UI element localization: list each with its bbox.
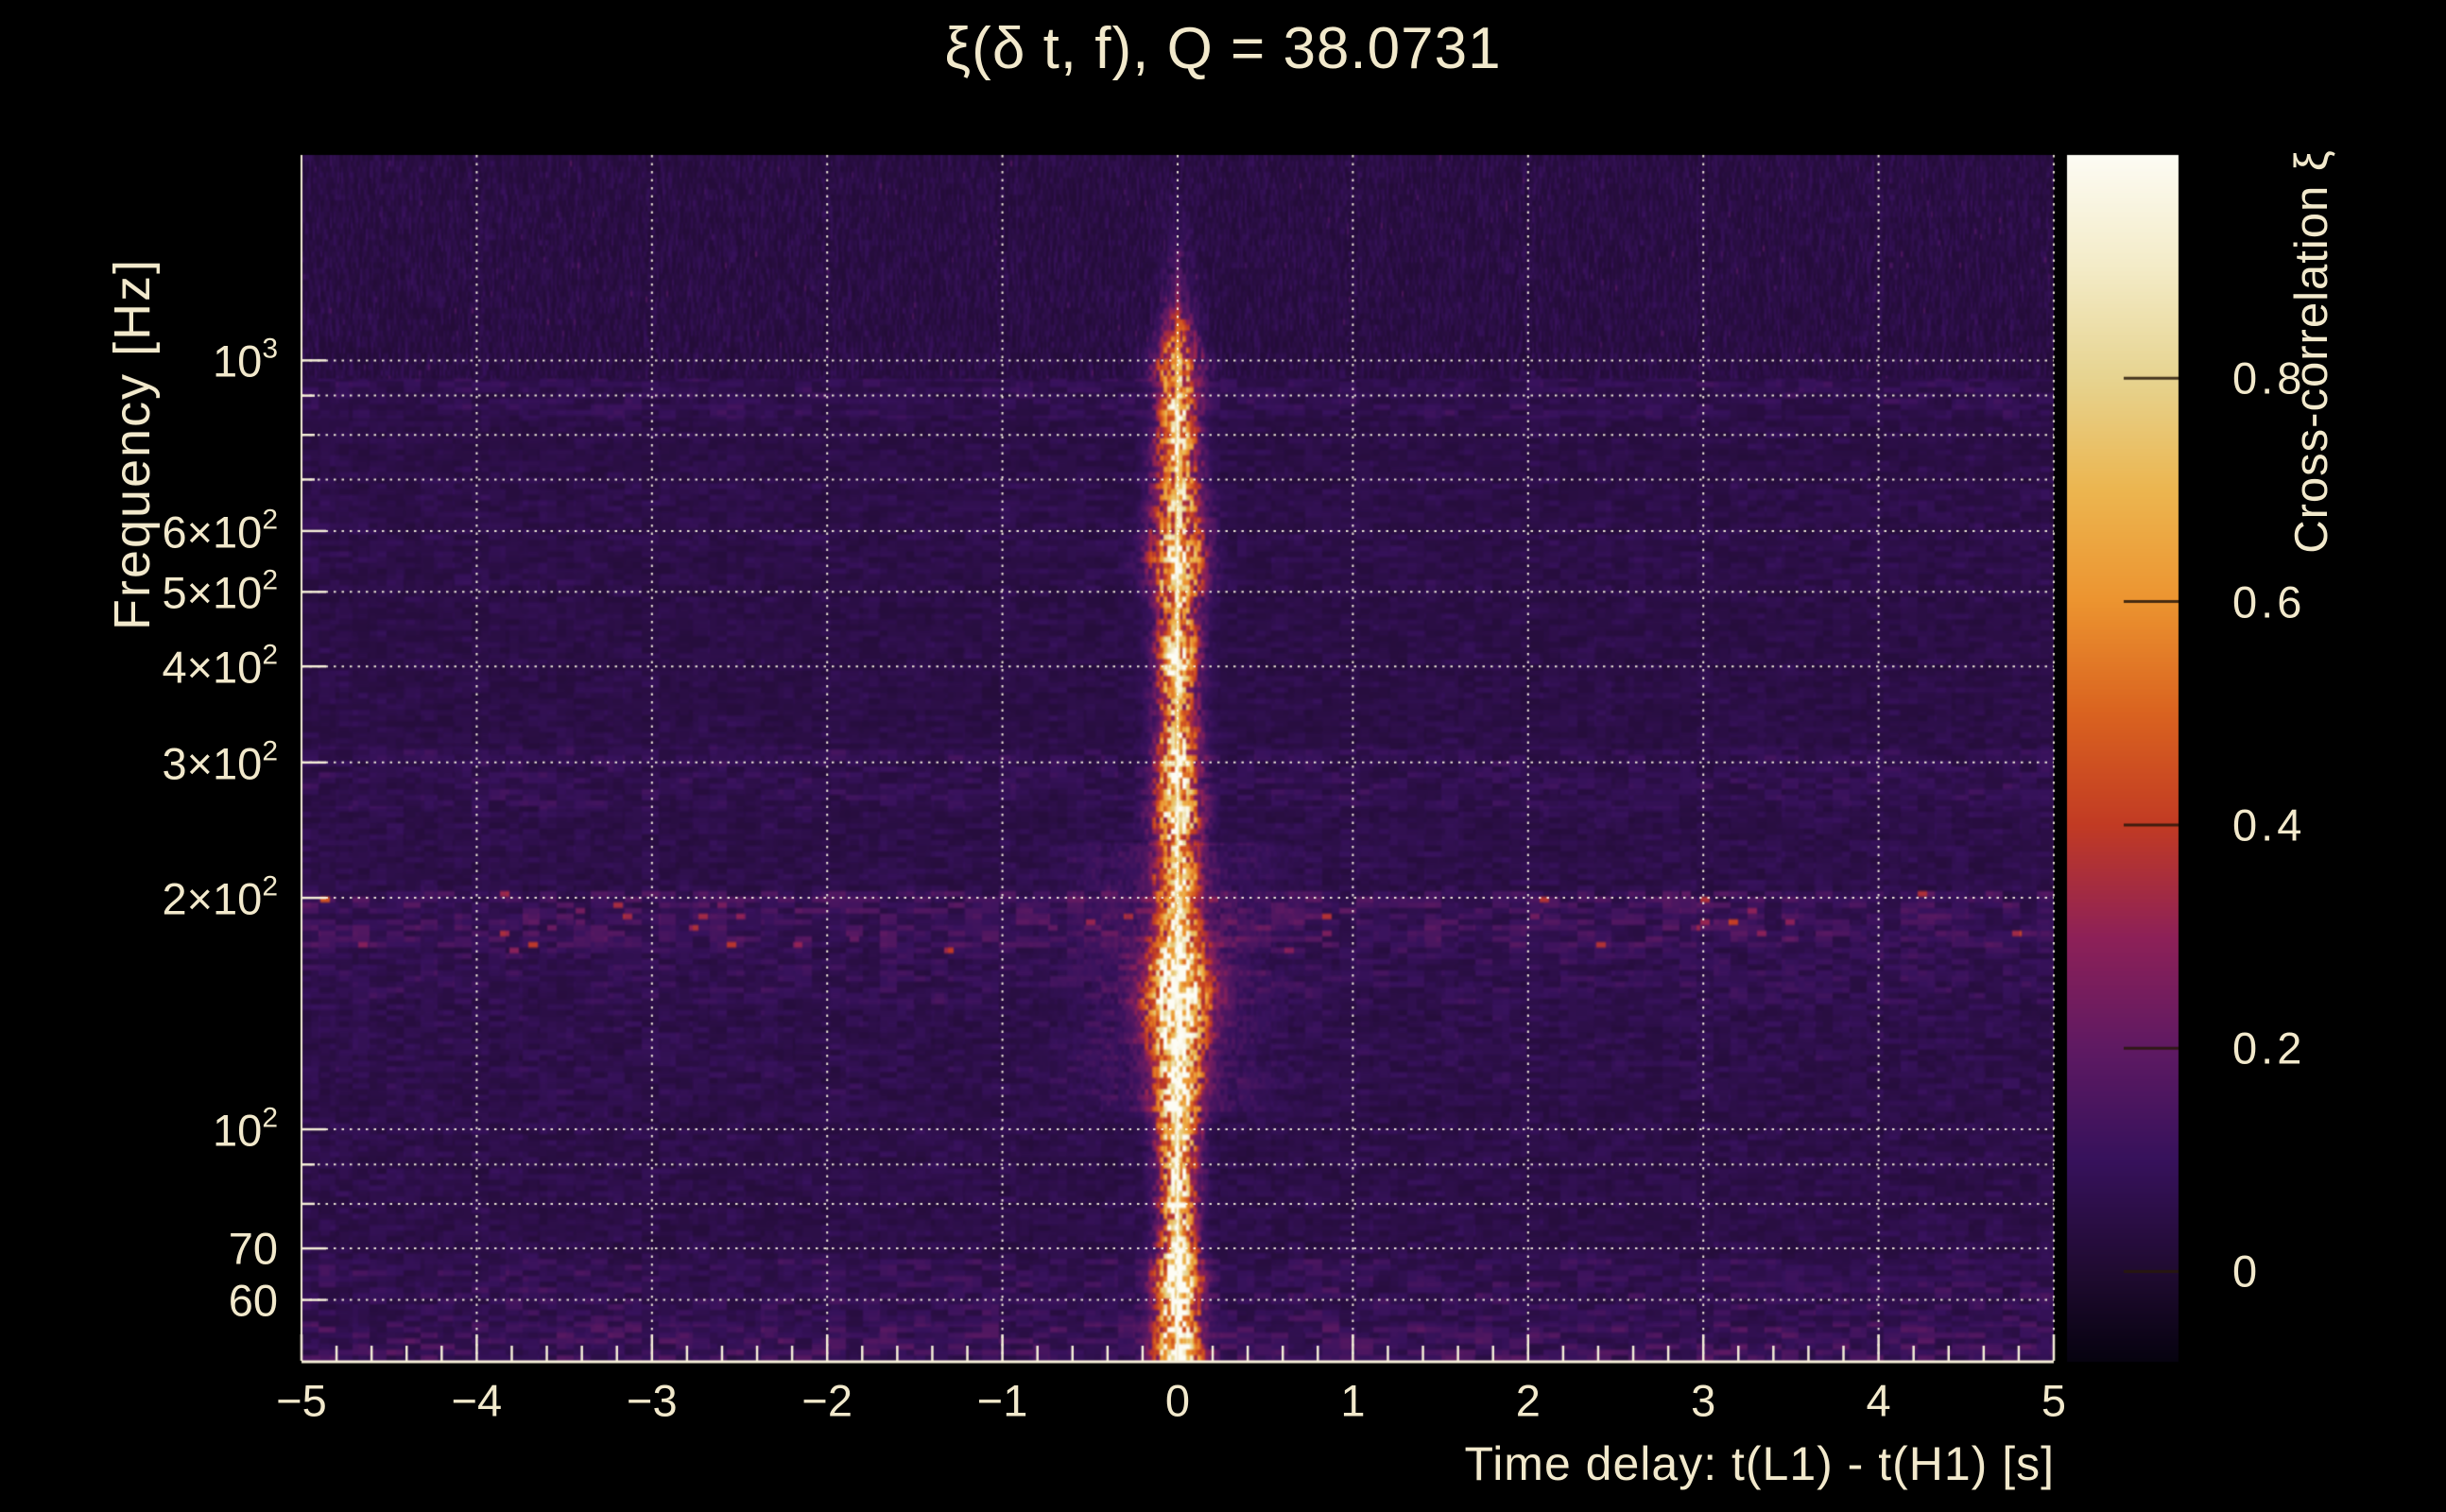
x-axis-title: Time delay: t(L1) - t(H1) [s] (1464, 1437, 2055, 1490)
x-tick-label: 5 (2041, 1375, 2067, 1426)
colorbar-tick-label: 0 (2232, 1246, 2262, 1297)
colorbar-tick-label: 0.8 (2232, 352, 2306, 404)
y-tick-label: 3×102 (162, 735, 278, 789)
x-tick-label: 3 (1691, 1375, 1716, 1426)
x-tick-label: 2 (1515, 1375, 1541, 1426)
x-tick-label: 1 (1340, 1375, 1366, 1426)
x-tick-label: 0 (1164, 1375, 1191, 1426)
x-tick-label: −2 (801, 1375, 853, 1426)
chart-title: ξ(δ t, f), Q = 38.0731 (944, 16, 1502, 81)
x-tick-label: −3 (627, 1375, 678, 1426)
x-tick-label: −4 (451, 1375, 503, 1426)
colorbar-tick-label: 0.4 (2232, 799, 2306, 850)
y-tick-label: 70 (228, 1223, 278, 1274)
colorbar-tick-label: 0.6 (2232, 576, 2306, 627)
y-tick-label: 2×102 (162, 870, 278, 924)
y-tick-label: 6×102 (162, 504, 278, 558)
spectrogram-canvas (0, 0, 2446, 1512)
x-tick-label: −1 (976, 1375, 1028, 1426)
x-tick-label: −5 (276, 1375, 327, 1426)
y-tick-label: 103 (213, 333, 278, 387)
y-tick-label: 4×102 (162, 639, 278, 693)
colorbar-tick-label: 0.2 (2232, 1022, 2306, 1074)
x-tick-label: 4 (1866, 1375, 1891, 1426)
y-tick-label: 5×102 (162, 564, 278, 618)
y-tick-label: 60 (228, 1275, 278, 1326)
y-tick-label: 102 (213, 1102, 278, 1156)
qscan-figure: ξ(δ t, f), Q = 38.0731 Frequency [Hz] Ti… (0, 0, 2446, 1512)
